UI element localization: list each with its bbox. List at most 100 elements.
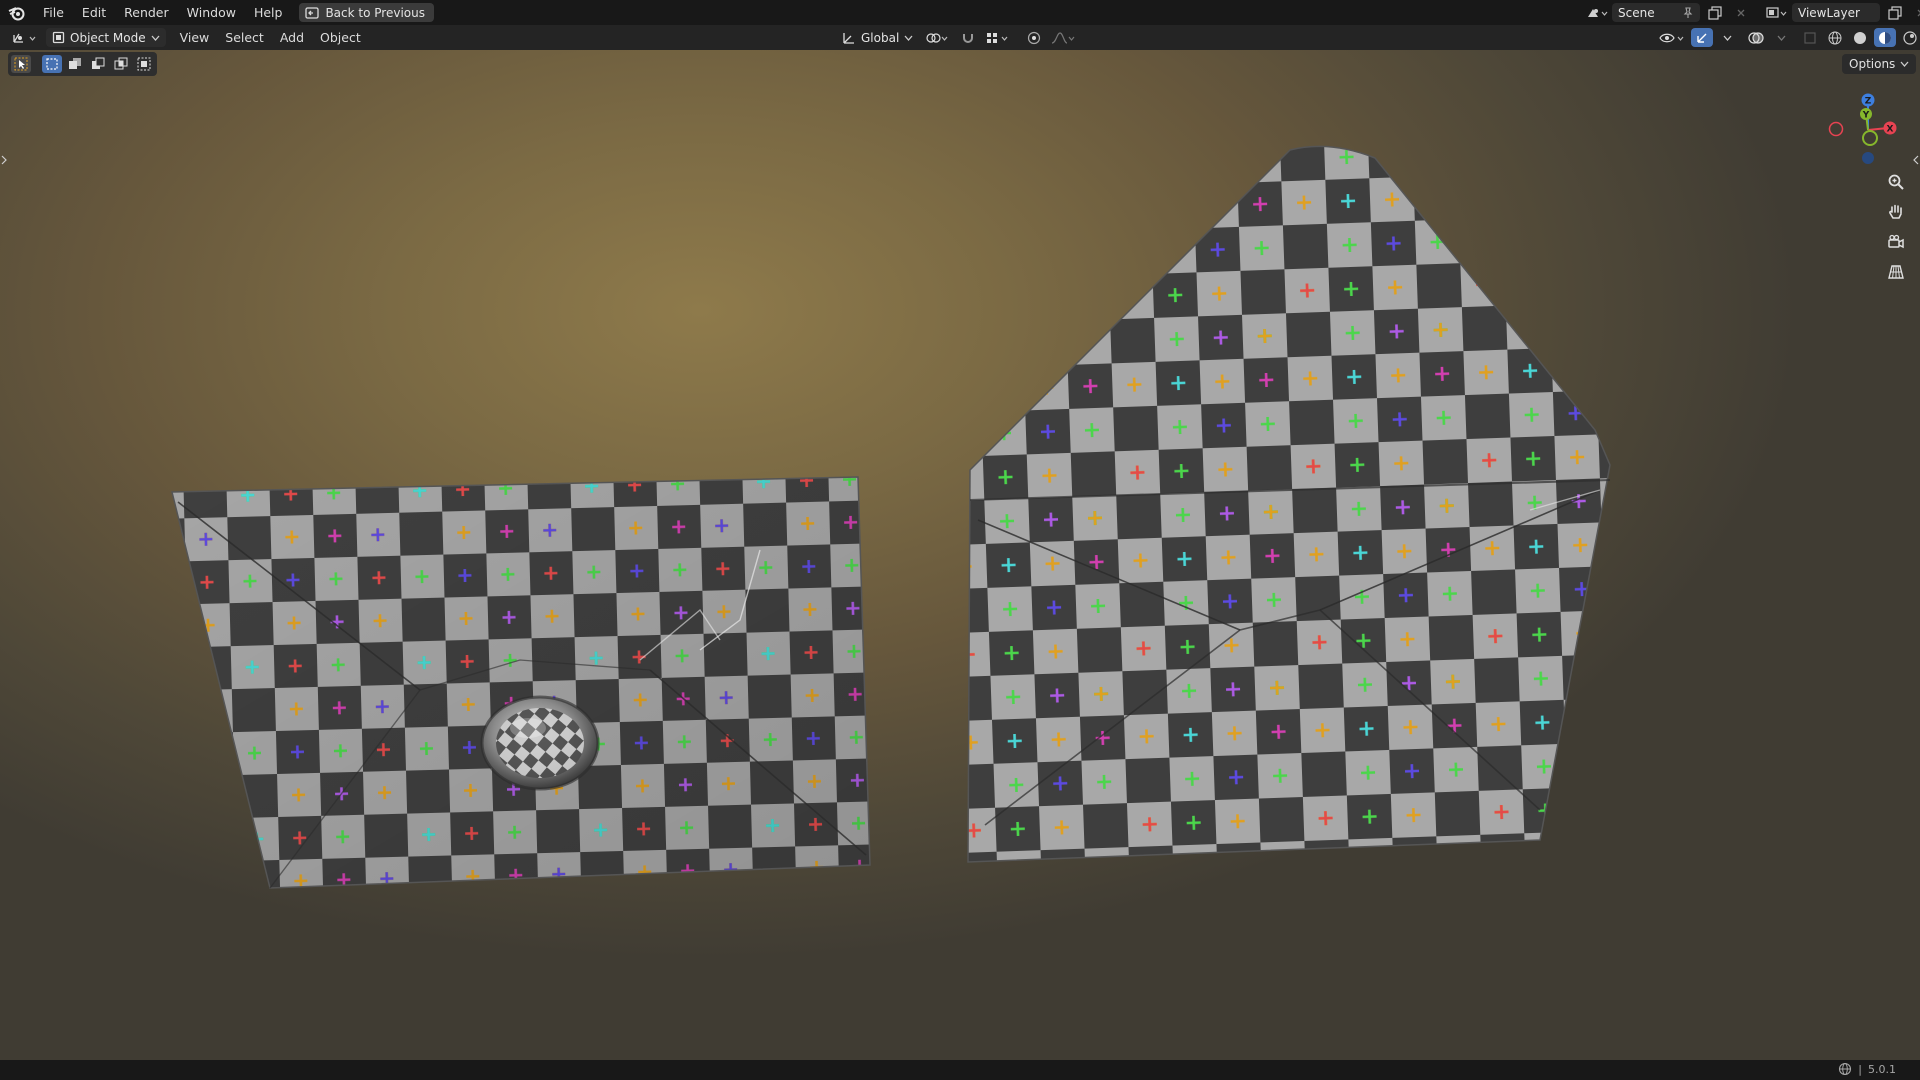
duplicate-icon: [1708, 5, 1722, 20]
menu-edit[interactable]: Edit: [73, 0, 115, 25]
falloff-dropdown[interactable]: [1049, 28, 1079, 47]
view-layer-selector: ViewLayer: [1766, 2, 1920, 23]
top-menu-bar: File Edit Render Window Help Back to Pre…: [0, 0, 1920, 25]
global-orientation-icon: [843, 32, 854, 44]
close-icon: [1917, 9, 1920, 16]
header-menu-object[interactable]: Object: [312, 30, 369, 45]
proportional-editing-icon: [1028, 31, 1041, 44]
version-info: | 5.0.1: [1838, 1062, 1896, 1076]
gizmo-neg-z[interactable]: [1862, 152, 1874, 164]
camera-view-button[interactable]: [1882, 228, 1910, 256]
transform-orientation-label: Global: [861, 30, 900, 45]
gizmo-x-label: X: [1887, 125, 1894, 135]
zoom-icon: [1888, 174, 1904, 190]
blender-logo-icon[interactable]: [0, 0, 34, 25]
transform-tools: Global: [836, 28, 1079, 47]
delete-scene-button[interactable]: [1730, 3, 1752, 22]
new-view-layer-button[interactable]: [1884, 3, 1906, 22]
chevron-down-icon: [904, 35, 913, 41]
visibility-dropdown[interactable]: [1658, 28, 1688, 47]
header-menu-select[interactable]: Select: [217, 30, 272, 45]
rendered-sphere-icon: [1903, 30, 1917, 45]
editor-type-button[interactable]: [10, 28, 40, 47]
back-to-previous-button[interactable]: Back to Previous: [299, 3, 434, 22]
zoom-button[interactable]: [1882, 168, 1910, 196]
globe-icon: [1839, 1062, 1852, 1076]
material-sphere-icon: [1879, 31, 1891, 44]
navigation-gizmo[interactable]: Y Z X: [1818, 86, 1904, 172]
select-tool-strip: [8, 52, 157, 76]
select-mode-intersect[interactable]: [134, 55, 154, 73]
scene-name-field[interactable]: Scene: [1612, 3, 1700, 22]
select-extend-icon: [69, 58, 81, 69]
chevron-left-icon: [1913, 155, 1919, 165]
overlays-toggle[interactable]: [1745, 28, 1767, 47]
select-mode-subtract[interactable]: [88, 55, 108, 73]
gizmo-toggle[interactable]: [1691, 28, 1713, 47]
shading-material-preview-button[interactable]: [1874, 28, 1896, 47]
scene-browse-button[interactable]: [1586, 3, 1608, 22]
open-envelope[interactable]: [967, 145, 1611, 863]
shading-solid-button[interactable]: [1849, 28, 1871, 47]
chevron-down-icon: [1777, 35, 1785, 41]
menu-render[interactable]: Render: [115, 0, 178, 25]
3d-viewport-icon: [13, 33, 36, 43]
magnet-icon: [963, 33, 974, 43]
snap-toggle[interactable]: [957, 28, 979, 47]
wax-seal[interactable]: [480, 695, 600, 791]
closed-envelope[interactable]: [171, 476, 871, 889]
view-layer-browse-button[interactable]: [1766, 3, 1788, 22]
options-dropdown[interactable]: Options: [1842, 54, 1917, 74]
select-mode-new[interactable]: [42, 55, 62, 73]
object-mode-label: Object Mode: [70, 30, 146, 45]
version-separator: |: [1858, 1062, 1862, 1076]
view-layer-icon: [1766, 6, 1787, 18]
gizmo-neg-y[interactable]: [1862, 130, 1878, 146]
snap-target-dropdown[interactable]: [983, 28, 1013, 47]
gizmo-z-label: Z: [1865, 97, 1872, 107]
gizmo-dropdown[interactable]: [1716, 28, 1738, 47]
back-icon: [305, 6, 320, 19]
chevron-right-icon: [1, 155, 7, 165]
gizmo-icon: [1697, 33, 1707, 43]
transform-orientation-dropdown[interactable]: Global: [836, 28, 919, 47]
camera-icon: [1888, 234, 1904, 249]
view-layer-name-field[interactable]: ViewLayer: [1792, 3, 1880, 22]
chevron-down-icon: [1900, 61, 1909, 67]
perspective-toggle-button[interactable]: [1882, 258, 1910, 286]
pivot-icon: [926, 32, 948, 43]
viewport-display-tools: [1658, 28, 1920, 47]
menu-window[interactable]: Window: [178, 0, 245, 25]
xray-toggle[interactable]: [1799, 28, 1821, 47]
menu-help[interactable]: Help: [245, 0, 292, 25]
select-new-icon: [46, 58, 58, 70]
sidebar-expand-toggle[interactable]: [1912, 150, 1920, 170]
cursor-icon: [14, 57, 28, 71]
menu-file[interactable]: File: [34, 0, 73, 25]
delete-view-layer-button[interactable]: [1910, 3, 1920, 22]
status-bar: | 5.0.1: [0, 1060, 1920, 1080]
pan-button[interactable]: [1882, 198, 1910, 226]
header-menu-add[interactable]: Add: [272, 30, 312, 45]
select-mode-invert[interactable]: [111, 55, 131, 73]
gizmo-y-label: Y: [1862, 111, 1870, 121]
snap-grid-icon: [987, 32, 1008, 43]
select-invert-icon: [114, 57, 128, 70]
proportional-editing-toggle[interactable]: [1023, 28, 1045, 47]
new-scene-button[interactable]: [1704, 3, 1726, 22]
toolbar-expand-toggle[interactable]: [0, 150, 8, 170]
shading-wireframe-button[interactable]: [1824, 28, 1846, 47]
header-menu-view[interactable]: View: [172, 30, 218, 45]
pivot-point-dropdown[interactable]: [923, 28, 953, 47]
back-to-previous-label: Back to Previous: [325, 5, 425, 20]
xray-icon: [1804, 31, 1816, 44]
select-tool-button[interactable]: [11, 55, 31, 73]
scene-name: Scene: [1618, 5, 1655, 20]
overlays-dropdown[interactable]: [1770, 28, 1792, 47]
object-mode-dropdown[interactable]: Object Mode: [46, 28, 166, 47]
gizmo-neg-x[interactable]: [1828, 121, 1844, 137]
shading-rendered-button[interactable]: [1899, 28, 1920, 47]
3d-viewport[interactable]: Y Z X: [0, 50, 1920, 1060]
object-mode-icon: [52, 31, 65, 44]
select-mode-extend[interactable]: [65, 55, 85, 73]
